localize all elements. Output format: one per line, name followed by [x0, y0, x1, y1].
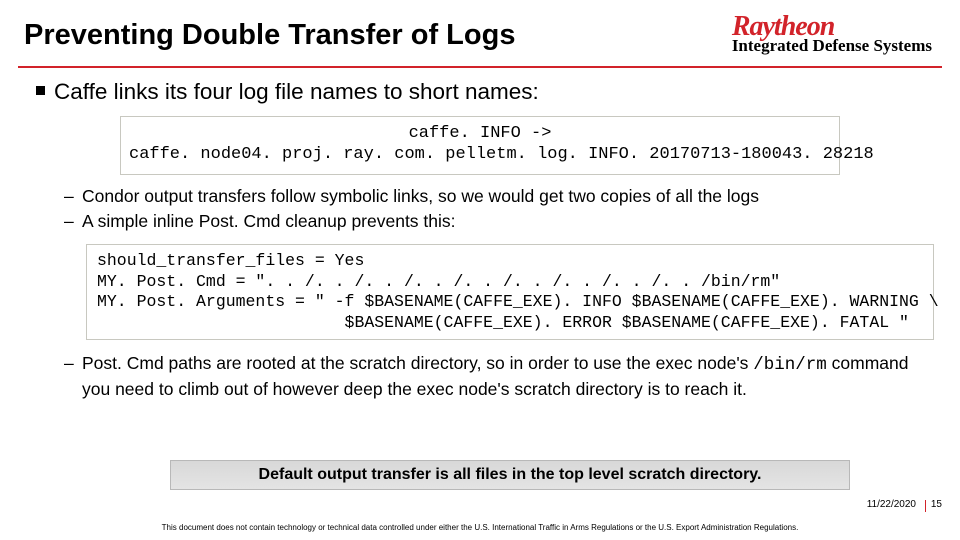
code-line-3: MY. Post. Arguments = " -f $BASENAME(CAF… — [97, 292, 923, 313]
page-number: 15 — [931, 499, 942, 510]
sub-bullet-list-1: Condor output transfers follow symbolic … — [30, 185, 930, 234]
code-line-4: $BASENAME(CAFFE_EXE). ERROR $BASENAME(CA… — [97, 313, 923, 334]
symlink-line2: caffe. node04. proj. ray. com. pelletm. … — [129, 145, 874, 164]
sub-bullet-list-2: Post. Cmd paths are rooted at the scratc… — [30, 352, 930, 401]
symlink-box: caffe. INFO -> caffe. node04. proj. ray.… — [120, 116, 840, 175]
symlink-line1: caffe. INFO -> — [409, 124, 552, 143]
company-logo: Raytheon Integrated Defense Systems — [732, 14, 932, 54]
sub3-text-a: Post. Cmd paths are rooted at the scratc… — [82, 353, 753, 373]
sub-bullet-postcmd: A simple inline Post. Cmd cleanup preven… — [64, 210, 930, 234]
export-disclaimer: This document does not contain technolog… — [0, 523, 960, 532]
sub-bullet-paths: Post. Cmd paths are rooted at the scratc… — [64, 352, 930, 401]
lesson-box: Default output transfer is all files in … — [170, 460, 850, 490]
code-line-2: MY. Post. Cmd = ". . /. . /. . /. . /. .… — [97, 272, 923, 293]
logo-subtitle: Integrated Defense Systems — [732, 37, 932, 54]
bullet-list: Caffe links its four log file names to s… — [30, 78, 930, 106]
page-separator — [925, 500, 926, 512]
code-line-1: should_transfer_files = Yes — [97, 251, 923, 272]
slide-body: Caffe links its four log file names to s… — [0, 68, 960, 402]
sub-bullet-condor: Condor output transfers follow symbolic … — [64, 185, 930, 209]
slide-header: Preventing Double Transfer of Logs Rayth… — [0, 0, 960, 66]
bullet-caffe-links: Caffe links its four log file names to s… — [36, 78, 930, 106]
slide: Preventing Double Transfer of Logs Rayth… — [0, 0, 960, 540]
code-box: should_transfer_files = Yes MY. Post. Cm… — [86, 244, 934, 341]
footer-date: 11/22/2020 — [867, 499, 916, 510]
sub3-mono: /bin/rm — [753, 355, 827, 375]
